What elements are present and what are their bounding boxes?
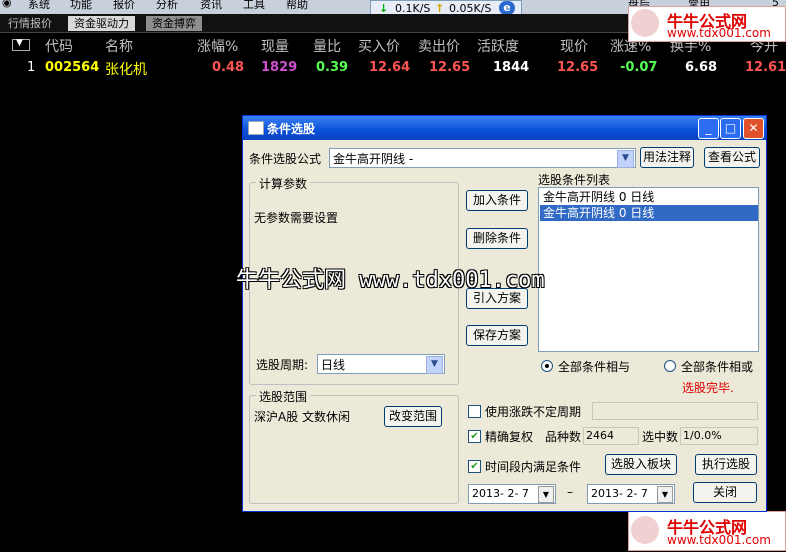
selected-count-label: 选中数	[642, 430, 679, 444]
row-activity: 1844	[493, 60, 530, 75]
cow-logo-icon	[631, 9, 659, 37]
triangle-down-icon: ▼	[16, 38, 23, 48]
radio-or-label[interactable]: 全部条件相或	[681, 358, 753, 375]
menu-tools[interactable]: 工具	[243, 0, 265, 12]
menu-function[interactable]: 功能	[70, 0, 92, 12]
chevron-down-icon[interactable]: ▼	[538, 486, 554, 503]
use-period-label[interactable]: 使用涨跌不定周期	[485, 403, 581, 420]
header-bid[interactable]: 买入价	[358, 36, 400, 56]
row-bid: 12.64	[369, 60, 411, 75]
menu-news[interactable]: 资讯	[200, 0, 222, 12]
scope-text: 深沪A股 文数休闲	[254, 410, 351, 424]
delete-condition-button[interactable]: 删除条件	[466, 228, 528, 249]
use-period-field	[592, 402, 758, 420]
list-item[interactable]: 金牛高开阴线 0 日线	[540, 189, 758, 205]
header-price[interactable]: 现价	[560, 36, 588, 56]
maximize-icon[interactable]: □	[720, 118, 741, 139]
list-item[interactable]: 金牛高开阴线 0 日线	[540, 205, 758, 221]
radio-and-label[interactable]: 全部条件相与	[558, 358, 630, 375]
app-logo-icon[interactable]: ◉	[2, 0, 12, 9]
formula-label: 条件选股公式	[249, 152, 322, 166]
row-turnover: 6.68	[685, 60, 718, 75]
to-block-button[interactable]: 选股入板块	[605, 454, 677, 475]
formula-select[interactable]: 金牛高开阴线 - ▼	[329, 148, 636, 168]
date-from-value: 2013- 2- 7	[472, 487, 529, 500]
condition-list[interactable]: 金牛高开阴线 0 日线 金牛高开阴线 0 日线	[538, 187, 759, 352]
stock-screen-dialog: 条件选股 _ □ ✕ 条件选股公式 金牛高开阴线 - ▼ 用法注释 查看公式 计…	[242, 115, 767, 512]
add-condition-button[interactable]: 加入条件	[466, 190, 528, 211]
stock-count-label: 品种数	[545, 430, 582, 444]
row-menu-button[interactable]: ▼	[12, 38, 30, 51]
radio-and[interactable]	[541, 360, 553, 372]
save-plan-button[interactable]: 保存方案	[466, 325, 528, 346]
row-ask: 12.65	[429, 60, 471, 75]
change-scope-button[interactable]: 改变范围	[384, 406, 442, 427]
dialog-titlebar[interactable]: 条件选股 _ □ ✕	[243, 116, 766, 140]
header-change-pct[interactable]: 涨幅%	[197, 36, 238, 56]
row-index: 1	[27, 60, 36, 75]
close-icon[interactable]: ✕	[743, 118, 764, 139]
menu-system[interactable]: 系统	[28, 0, 50, 12]
chevron-down-icon[interactable]: ▼	[617, 150, 634, 168]
menu-help[interactable]: 帮助	[286, 0, 308, 12]
header-activity[interactable]: 活跃度	[477, 36, 519, 56]
chevron-down-icon[interactable]: ▼	[426, 356, 443, 374]
period-select[interactable]: 日线 ▼	[317, 354, 445, 374]
exact-restore-checkbox[interactable]: ✔	[468, 430, 481, 443]
menu-analysis[interactable]: 分析	[156, 0, 178, 12]
menu-quote[interactable]: 报价	[113, 0, 135, 12]
period-label: 选股周期:	[256, 358, 309, 372]
header-ask[interactable]: 卖出价	[418, 36, 460, 56]
watermark-url: www.tdx001.com	[667, 26, 771, 40]
condition-list-label: 选股条件列表	[538, 173, 611, 187]
close-button[interactable]: 关闭	[693, 482, 757, 503]
scope-group-title: 选股范围	[256, 388, 311, 405]
row-code: 002564	[45, 60, 100, 75]
params-group-title: 计算参数	[256, 175, 311, 192]
ie-icon[interactable]: e	[499, 1, 515, 15]
status-text: 选股完毕.	[682, 381, 734, 395]
row-open: 12.61	[745, 60, 786, 75]
row-change-pct: 0.48	[212, 60, 245, 75]
header-volume[interactable]: 现量	[261, 36, 289, 56]
time-range-checkbox[interactable]: ✔	[468, 460, 481, 473]
selected-count-value: 1/0.0%	[680, 427, 758, 445]
radio-or[interactable]	[664, 360, 676, 372]
params-text: 无参数需要设置	[254, 211, 339, 225]
row-name: 张化机	[105, 62, 147, 78]
cow-logo-icon	[631, 516, 659, 544]
minimize-icon[interactable]: _	[698, 118, 719, 139]
view-formula-button[interactable]: 查看公式	[704, 147, 760, 168]
header-code[interactable]: 代码	[45, 36, 73, 56]
header-vol-ratio[interactable]: 量比	[313, 36, 341, 56]
date-to-value: 2013- 2- 7	[591, 487, 648, 500]
tab-fund-game[interactable]: 资金搏弈	[146, 16, 202, 31]
formula-value: 金牛高开阴线 -	[333, 152, 414, 166]
tab-quote[interactable]: 行情报价	[2, 16, 58, 31]
row-speed: -0.07	[620, 60, 658, 75]
use-period-checkbox[interactable]	[468, 405, 481, 418]
watermark-top: 牛牛公式网 www.tdx001.com	[628, 6, 786, 42]
date-to-picker[interactable]: 2013- 2- 7 ▼	[587, 484, 675, 504]
window-icon	[248, 121, 264, 135]
stock-count-value: 2464	[583, 427, 639, 445]
exact-restore-label[interactable]: 精确复权	[485, 428, 533, 445]
watermark-bottom: 牛牛公式网 www.tdx001.com	[628, 511, 786, 551]
execute-screen-button[interactable]: 执行选股	[695, 454, 757, 475]
tab-fund-drive[interactable]: 资金驱动力	[68, 16, 135, 31]
dialog-title: 条件选股	[267, 122, 316, 136]
time-range-label[interactable]: 时间段内满足条件	[485, 458, 581, 475]
header-name[interactable]: 名称	[105, 36, 133, 56]
period-value: 日线	[321, 358, 346, 372]
date-from-picker[interactable]: 2013- 2- 7 ▼	[468, 484, 556, 504]
row-volume: 1829	[261, 60, 298, 75]
usage-note-button[interactable]: 用法注释	[640, 147, 694, 168]
row-vol-ratio: 0.39	[316, 60, 349, 75]
row-price: 12.65	[557, 60, 599, 75]
watermark-url: www.tdx001.com	[667, 533, 771, 547]
overlay-watermark: 牛牛公式网 www.tdx001.com	[236, 268, 545, 293]
date-separator: –	[567, 485, 573, 499]
chevron-down-icon[interactable]: ▼	[657, 486, 673, 503]
